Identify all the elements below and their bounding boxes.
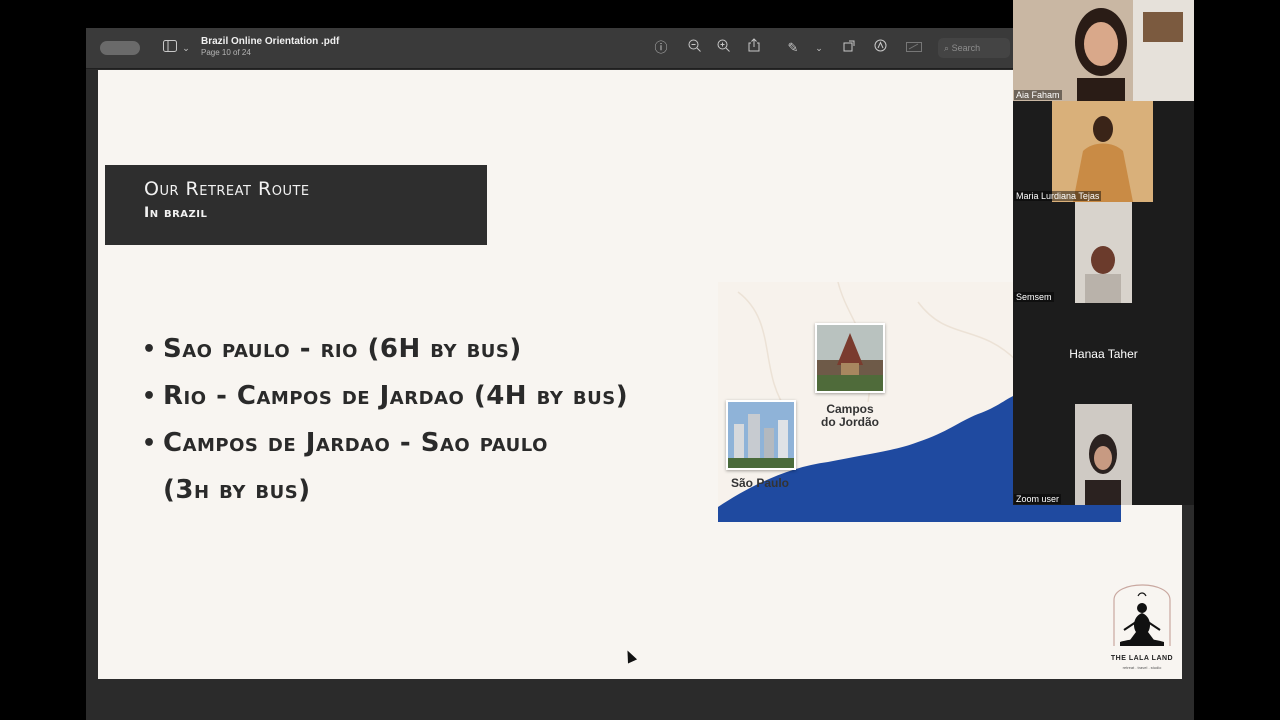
search-input[interactable]: ⌕ Search [938,38,1010,58]
participant-video [1013,0,1194,101]
slide-title-box: Our Retreat Route In brazil [105,165,487,245]
sao-paulo-photo [726,400,796,470]
participant-tile[interactable]: Semsem [1013,202,1194,303]
bullet-icon: • [142,431,157,456]
chevron-down-icon[interactable]: ⌄ [176,38,196,58]
participant-video [1013,202,1194,303]
logo-tagline: retreat . travel . studio [1122,665,1162,670]
search-icon: ⌕ [944,43,950,53]
window-controls[interactable] [100,41,140,55]
list-item: • Campos de Jardao - Sao paulo [142,420,742,467]
video-gallery: Aia Faham Maria Lurdiana Tejas Semsem Ha… [1013,0,1194,505]
page-indicator: Page 10 of 24 [201,48,251,57]
participant-tile[interactable]: Maria Lurdiana Tejas [1013,101,1194,202]
route-list: • Sao paulo - rio (6H by bus) • Rio - Camp… [142,326,742,514]
participant-tile[interactable]: Hanaa Taher [1013,303,1194,404]
list-item: • Rio - Campos de Jardao (4H by bus) [142,373,742,420]
share-icon[interactable] [744,38,764,58]
rotate-icon[interactable] [839,38,859,58]
participant-tile[interactable]: Zoom user [1013,404,1194,505]
participant-name: Maria Lurdiana Tejas [1014,191,1102,201]
logo-name: THE LALA LAND [1110,655,1174,662]
bullet-icon: • [142,337,157,362]
search-placeholder: Search [951,43,981,53]
participant-name: Semsem [1014,292,1054,302]
participant-video [1013,404,1194,505]
markup-icon[interactable] [870,38,890,58]
participant-name: Zoom user [1014,494,1062,504]
zoom-out-icon[interactable] [684,38,704,58]
sao-paulo-label: São Paulo [730,476,789,490]
campos-do-jordao-photo [815,323,885,393]
info-icon[interactable]: ⓘ [651,38,671,58]
form-icon[interactable] [904,38,924,58]
campos-do-jordao-label: Campos do Jordão [820,402,879,429]
participant-name: Hanaa Taher [1069,347,1138,361]
slide-subtitle: In brazil [144,205,208,221]
zoom-in-icon[interactable] [713,38,733,58]
participant-name: Aia Faham [1014,90,1062,100]
bullet-icon: • [142,384,157,409]
list-item-continuation: (3h by bus) [163,475,311,505]
list-item: • Sao paulo - rio (6H by bus) [142,326,742,373]
participant-tile[interactable]: Aia Faham [1013,0,1194,101]
pen-icon[interactable]: ✎ [783,38,803,58]
chevron-down-icon[interactable]: ⌄ [809,38,829,58]
slide-title: Our Retreat Route [144,178,310,200]
participant-video [1013,101,1194,202]
document-title: Brazil Online Orientation .pdf [201,36,340,47]
